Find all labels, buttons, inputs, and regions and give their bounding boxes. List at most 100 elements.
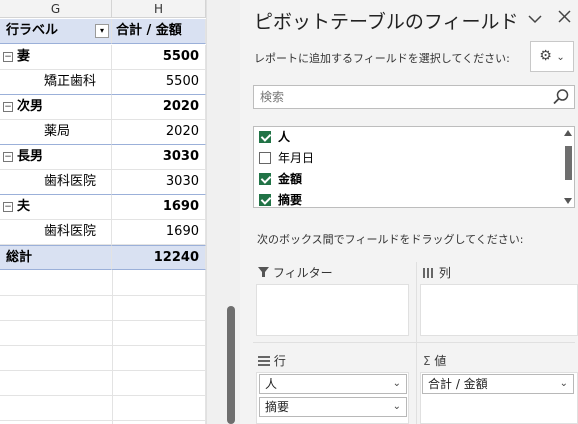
group-label-cell[interactable]: − 次男 [0,95,112,120]
item-label: 歯科医院 [44,174,97,189]
chevron-down-icon[interactable]: ⌄ [393,398,401,416]
chevron-down-icon[interactable] [528,12,542,28]
pivot-item-row: 矯正歯科 5500 [0,70,206,95]
pivot-group-row: − 長男 3030 [0,145,206,170]
item-label-cell[interactable]: 矯正歯科 [0,70,112,95]
pivot-item-row: 歯科医院 3030 [0,170,206,195]
item-label: 薬局 [44,124,71,139]
group-value-cell[interactable]: 3030 [112,145,206,170]
group-value-cell[interactable]: 2020 [112,95,206,120]
grid-line [0,295,206,296]
gear-icon: ⚙ [539,48,552,64]
chevron-down-icon[interactable]: ⌄ [393,375,401,393]
field-label: 人 [278,130,291,144]
choose-fields-label: レポートに追加するフィールドを選択してください: [254,52,510,65]
close-icon[interactable] [558,10,571,27]
column-header-g[interactable]: G [0,0,112,18]
collapse-icon[interactable]: − [3,152,13,162]
spreadsheet-grid[interactable]: G H 行ラベル ▾ 合計 / 金額 − 妻 5500 矯正歯科 5500 − … [0,0,206,424]
grid-line [0,395,206,396]
collapse-icon[interactable]: − [3,52,13,62]
field-search-box[interactable] [253,85,575,109]
rows-field-chip[interactable]: 摘要 ⌄ [259,397,407,417]
values-area-header: Σ 値 [423,352,446,369]
chevron-down-icon: ⌄ [556,52,565,63]
row-labels-header: 行ラベル [6,23,59,38]
filters-area-header: フィルター [258,264,333,281]
scrollbar-thumb[interactable] [227,306,235,424]
total-value-cell[interactable]: 12240 [112,245,206,270]
group-value-cell[interactable]: 1690 [112,195,206,220]
pivot-total-row: 総計 12240 [0,245,206,270]
pivot-group-row: − 次男 2020 [0,95,206,120]
group-label: 夫 [17,199,31,214]
field-checkbox[interactable] [259,173,271,185]
row-labels-cell[interactable]: 行ラベル ▾ [0,19,112,44]
area-divider [416,262,417,424]
chip-label: 合計 / 金額 [428,377,488,391]
total-label: 総計 [6,250,33,265]
chip-label: 摘要 [265,400,290,414]
rows-field-chip[interactable]: 人 ⌄ [259,374,407,394]
group-label-cell[interactable]: − 妻 [0,45,112,70]
pane-title: ピボットテーブルのフィールド [254,11,519,33]
pivot-group-row: − 夫 1690 [0,195,206,220]
search-icon[interactable] [552,88,570,106]
group-label: 長男 [17,149,44,164]
tools-button[interactable]: ⚙ ⌄ [530,41,574,72]
grid-line [0,370,206,371]
search-input[interactable] [254,86,544,108]
row-labels-filter-button[interactable]: ▾ [95,24,109,38]
item-label: 矯正歯科 [44,74,97,89]
field-checkbox[interactable] [259,152,271,164]
group-label-cell[interactable]: − 長男 [0,145,112,170]
item-value-cell[interactable]: 2020 [112,120,206,145]
chip-label: 人 [265,377,278,391]
values-field-chip[interactable]: 合計 / 金額 ⌄ [422,374,574,394]
area-divider [253,342,575,343]
item-value-cell[interactable]: 3030 [112,170,206,195]
field-label: 摘要 [278,193,303,207]
field-list-scrollbar[interactable] [563,128,573,206]
scroll-down-icon[interactable] [563,197,573,205]
columns-area-label: 列 [438,266,451,280]
field-checkbox[interactable] [259,131,271,143]
item-label: 歯科医院 [44,224,97,239]
group-value-cell[interactable]: 5500 [112,45,206,70]
pivot-field-pane: ピボットテーブルのフィールド レポートに追加するフィールドを選択してください: … [240,0,578,424]
collapse-icon[interactable]: − [3,202,13,212]
item-value-cell[interactable]: 5500 [112,70,206,95]
filters-drop-area[interactable] [256,284,409,336]
group-label: 妻 [17,49,31,64]
field-checkbox[interactable] [259,194,271,206]
value-header-cell[interactable]: 合計 / 金額 [112,19,206,44]
group-label: 次男 [17,99,44,114]
scrollbar-thumb[interactable] [565,146,572,180]
sigma-icon: Σ [423,354,431,368]
field-label: 金額 [278,172,303,186]
item-label-cell[interactable]: 歯科医院 [0,220,112,245]
filter-icon [258,267,269,277]
column-header-h[interactable]: H [112,0,206,18]
scroll-up-icon[interactable] [563,129,573,137]
sheet-vertical-scrollbar[interactable] [206,0,240,424]
pivot-header-row: 行ラベル ▾ 合計 / 金額 [0,19,206,44]
drag-fields-label: 次のボックス間でフィールドをドラッグしてください: [257,233,524,246]
columns-drop-area[interactable] [420,284,578,336]
total-label-cell[interactable]: 総計 [0,245,112,270]
item-value-cell[interactable]: 1690 [112,220,206,245]
collapse-icon[interactable]: − [3,102,13,112]
columns-area-header: 列 [423,264,451,281]
group-label-cell[interactable]: − 夫 [0,195,112,220]
item-label-cell[interactable]: 薬局 [0,120,112,145]
grid-divider [112,270,113,424]
grid-line [0,345,206,346]
pivot-group-row: − 妻 5500 [0,45,206,70]
chevron-down-icon[interactable]: ⌄ [560,375,568,393]
values-area-label: 値 [434,354,447,368]
rows-icon [258,356,270,366]
grid-line [0,320,206,321]
pivot-item-row: 薬局 2020 [0,120,206,145]
pivot-item-row: 歯科医院 1690 [0,220,206,245]
item-label-cell[interactable]: 歯科医院 [0,170,112,195]
